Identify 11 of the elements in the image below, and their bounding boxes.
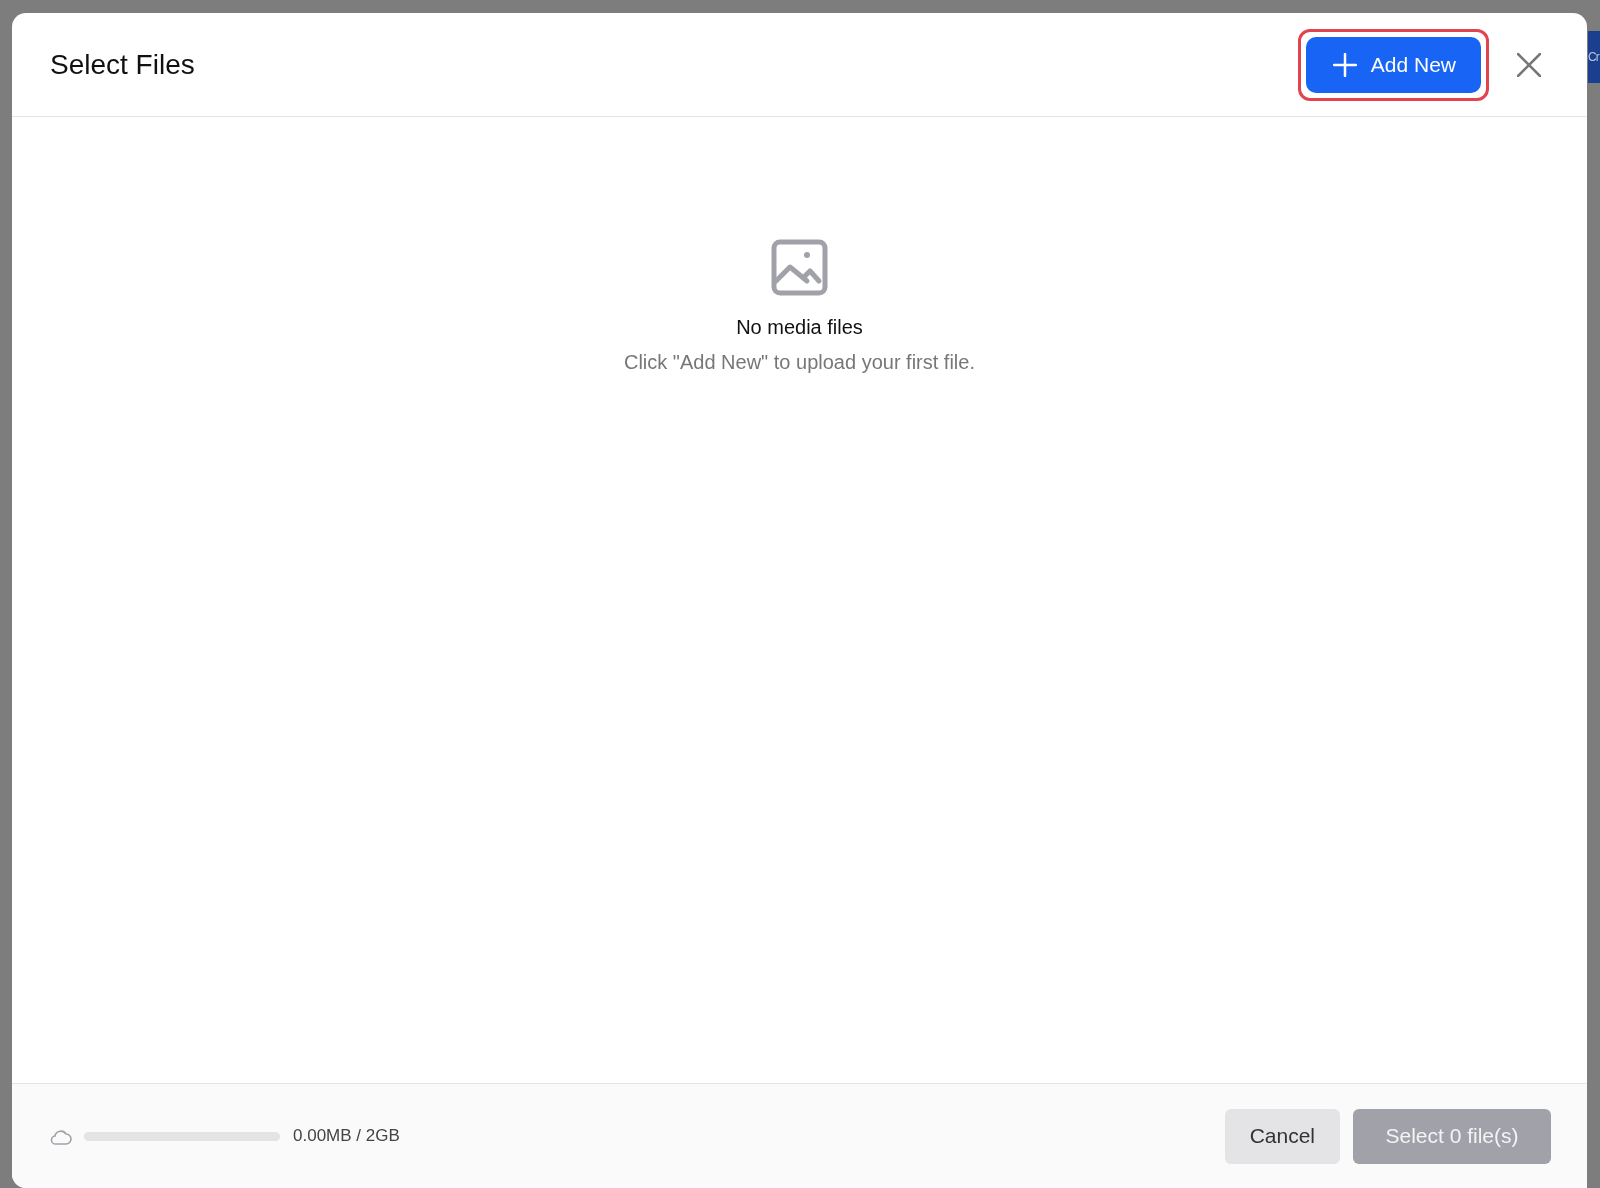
image-icon	[771, 239, 828, 296]
empty-state-title: No media files	[736, 316, 863, 339]
cancel-button[interactable]: Cancel	[1224, 1108, 1340, 1164]
plus-icon	[1332, 52, 1357, 77]
storage-reading: 0.00MB / 2GB	[293, 1126, 401, 1146]
cloud-icon	[50, 1127, 72, 1145]
empty-state-message: Click "Add New" to upload your first file.	[624, 351, 975, 374]
background-button-text: Cr	[1588, 31, 1600, 83]
add-new-button[interactable]: Add New	[1305, 36, 1481, 93]
close-icon	[1517, 52, 1541, 77]
dialog-title: Select Files	[50, 48, 196, 81]
